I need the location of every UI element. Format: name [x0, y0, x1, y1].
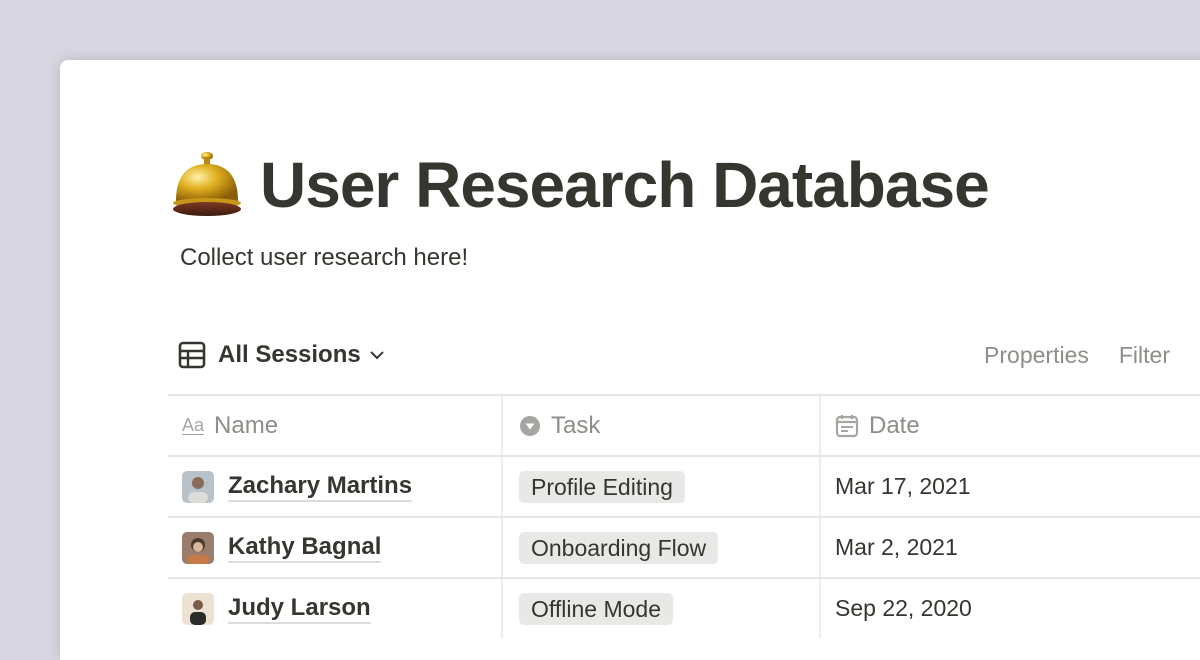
date-cell[interactable]: Mar 17, 2021	[821, 457, 1200, 516]
avatar	[182, 470, 214, 503]
person-name[interactable]: Judy Larson	[228, 594, 371, 624]
table-row[interactable]: Judy Larson Offline Mode Sep 22, 2020	[168, 577, 1200, 638]
session-date: Mar 2, 2021	[835, 534, 958, 560]
bellhop-bell-icon[interactable]	[170, 151, 244, 219]
task-tag: Offline Mode	[519, 592, 673, 625]
column-header-date[interactable]: Date	[821, 396, 1200, 455]
page-title: User Research Database	[260, 149, 990, 221]
database-table: Aa Name Task Date Zachary Martins Profil…	[168, 394, 1200, 638]
name-cell[interactable]: Judy Larson	[168, 579, 503, 638]
task-cell[interactable]: Offline Mode	[503, 579, 821, 638]
page-header: User Research Database	[170, 149, 990, 221]
column-label: Task	[551, 411, 601, 439]
avatar	[182, 592, 214, 625]
database-view-bar: All Sessions Properties Filter	[178, 338, 1178, 372]
person-name[interactable]: Zachary Martins	[228, 472, 413, 502]
table-row[interactable]: Kathy Bagnal Onboarding Flow Mar 2, 2021	[168, 516, 1200, 577]
name-cell[interactable]: Kathy Bagnal	[168, 518, 503, 577]
date-cell[interactable]: Mar 2, 2021	[821, 518, 1200, 577]
column-label: Name	[214, 411, 279, 439]
view-name: All Sessions	[218, 341, 361, 368]
text-property-icon: Aa	[182, 415, 205, 435]
task-tag: Profile Editing	[519, 470, 685, 503]
column-label: Date	[869, 411, 920, 439]
table-row[interactable]: Zachary Martins Profile Editing Mar 17, …	[168, 455, 1200, 516]
session-date: Sep 22, 2020	[835, 595, 972, 621]
column-header-name[interactable]: Aa Name	[168, 396, 503, 455]
filter-button[interactable]: Filter	[1119, 338, 1170, 372]
person-name[interactable]: Kathy Bagnal	[228, 533, 382, 563]
date-cell[interactable]: Sep 22, 2020	[821, 579, 1200, 638]
view-actions: Properties Filter	[984, 338, 1170, 372]
task-cell[interactable]: Profile Editing	[503, 457, 821, 516]
table-header-row: Aa Name Task Date	[168, 394, 1200, 455]
task-tag: Onboarding Flow	[519, 531, 719, 564]
view-switcher[interactable]: All Sessions	[178, 341, 385, 369]
table-icon	[178, 341, 206, 369]
chevron-down-icon	[370, 351, 384, 360]
session-date: Mar 17, 2021	[835, 473, 971, 499]
properties-button[interactable]: Properties	[984, 338, 1089, 372]
avatar	[182, 531, 214, 564]
column-header-task[interactable]: Task	[503, 396, 821, 455]
task-cell[interactable]: Onboarding Flow	[503, 518, 821, 577]
select-property-icon	[519, 415, 541, 437]
page-description[interactable]: Collect user research here!	[180, 242, 468, 274]
name-cell[interactable]: Zachary Martins	[168, 457, 503, 516]
calendar-icon	[835, 414, 859, 438]
